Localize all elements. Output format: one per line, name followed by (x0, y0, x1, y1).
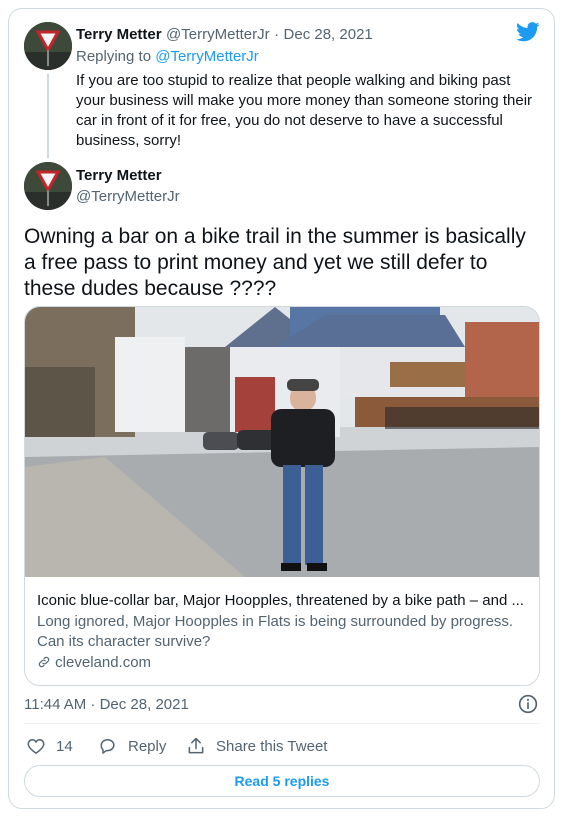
reply-bubble-icon (100, 739, 115, 754)
like-button[interactable]: 14 (26, 736, 73, 756)
card-domain: cleveland.com (37, 654, 151, 671)
thread-line (47, 74, 49, 158)
replying-to: Replying to @TerryMetterJr (76, 48, 259, 65)
card-domain-text: cleveland.com (55, 654, 152, 671)
share-button[interactable]: Share this Tweet (186, 736, 327, 756)
reply-button[interactable]: Reply (98, 736, 166, 756)
link-icon (38, 656, 50, 668)
avatar-image (24, 162, 72, 210)
card-image (25, 307, 539, 577)
like-count: 14 (56, 737, 73, 755)
reply-label: Reply (128, 737, 167, 755)
read-replies-button[interactable]: Read 5 replies (24, 765, 540, 797)
separator-dot: · (274, 26, 280, 43)
heart-icon (27, 738, 45, 754)
author-handle[interactable]: @TerryMetterJr (166, 26, 270, 43)
avatar-image (24, 22, 72, 70)
main-tweet-text: Owning a bar on a bike trail in the summ… (24, 225, 526, 300)
author-handle[interactable]: @TerryMetterJr (76, 188, 180, 205)
twitter-bird-icon[interactable] (516, 22, 540, 42)
author-name[interactable]: Terry Metter (76, 26, 162, 43)
avatar[interactable] (24, 162, 72, 210)
reply-tweet-text: If you are too stupid to realize that pe… (76, 72, 533, 149)
link-card[interactable]: Iconic blue-collar bar, Major Hoopples, … (24, 306, 540, 686)
reply-tweet-header: Terry Metter @TerryMetterJr · Dec 28, 20… (76, 26, 373, 44)
avatar[interactable] (24, 22, 72, 70)
replying-prefix: Replying to (76, 48, 152, 65)
tweet-timestamp[interactable]: 11:44 AM · Dec 28, 2021 (24, 696, 189, 713)
info-icon[interactable] (518, 694, 538, 714)
card-description: Long ignored, Major Hoopples in Flats is… (37, 613, 514, 650)
divider (24, 723, 540, 724)
replying-handle-link[interactable]: @TerryMetterJr (155, 48, 259, 65)
card-title[interactable]: Iconic blue-collar bar, Major Hoopples, … (37, 592, 527, 609)
author-name[interactable]: Terry Metter (76, 167, 162, 184)
share-icon (188, 737, 204, 754)
share-label: Share this Tweet (216, 737, 328, 755)
tweet-date[interactable]: Dec 28, 2021 (284, 26, 373, 43)
